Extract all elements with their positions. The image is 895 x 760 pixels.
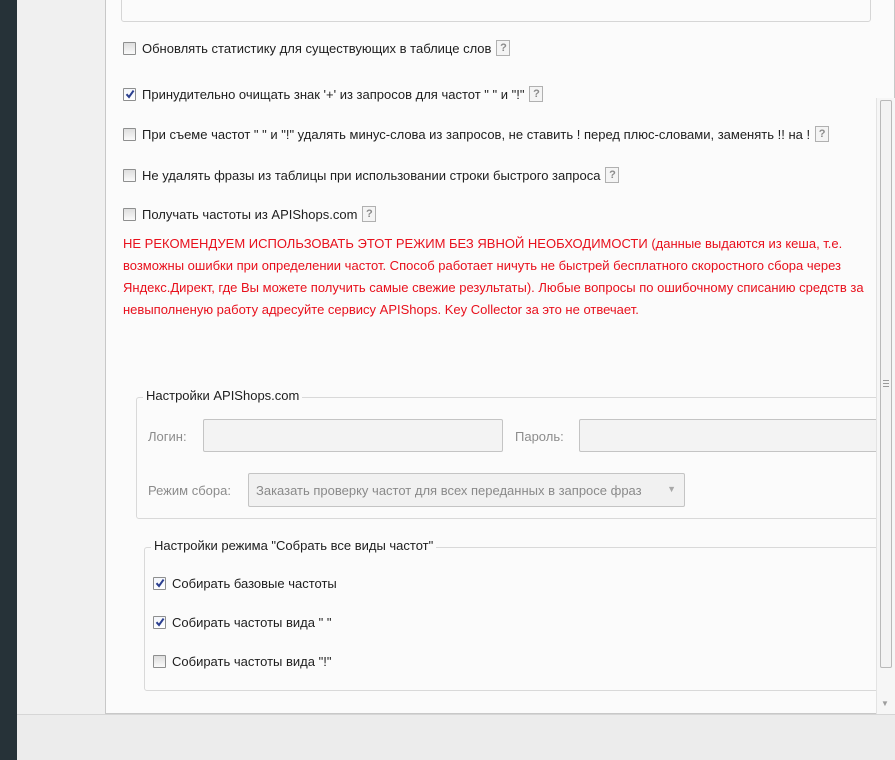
checkbox-remove-minus-words[interactable] (123, 127, 136, 141)
option-remove-minus-words[interactable]: При съеме частот " " и "!" удалять минус… (123, 124, 830, 144)
collect-quoted-item[interactable]: Собирать частоты вида " " (153, 612, 331, 632)
help-icon[interactable]: ? (605, 167, 620, 183)
login-field[interactable] (203, 419, 503, 452)
password-field[interactable] (579, 419, 879, 452)
option-update-stats-label: Обновлять статистику для существующих в … (142, 40, 492, 56)
checkbox-collect-base[interactable] (153, 576, 166, 590)
checkbox-collect-exact[interactable] (153, 654, 166, 668)
option-keep-phrases[interactable]: Не удалять фразы из таблицы при использо… (123, 165, 620, 185)
password-label: Пароль: (515, 429, 564, 444)
dialog-bottom-bar (17, 714, 895, 760)
settings-panel: Обновлять статистику для существующих в … (105, 0, 895, 714)
chevron-down-icon: ▼ (667, 484, 676, 494)
checkbox-keep-phrases[interactable] (123, 168, 136, 182)
settings-window: Обновлять статистику для существующих в … (17, 0, 895, 760)
collect-base-label: Собирать базовые частоты (172, 575, 337, 591)
apishops-settings-group: Настройки APIShops.com Логин: Пароль: Ре… (136, 388, 884, 519)
help-icon[interactable]: ? (362, 206, 377, 222)
collect-base-item[interactable]: Собирать базовые частоты (153, 573, 337, 593)
scrollbar-thumb[interactable] (880, 100, 892, 668)
help-icon[interactable]: ? (815, 126, 830, 142)
option-apishops[interactable]: Получать частоты из APIShops.com ? (123, 204, 377, 224)
login-label: Логин: (148, 429, 187, 444)
checkbox-apishops[interactable] (123, 207, 136, 221)
checkbox-force-clear-plus[interactable] (123, 87, 136, 101)
option-remove-minus-words-label: При съеме частот " " и "!" удалять минус… (142, 126, 811, 142)
option-keep-phrases-label: Не удалять фразы из таблицы при использо… (142, 167, 601, 183)
mode-select-value: Заказать проверку частот для всех переда… (256, 482, 642, 498)
collect-all-group: Настройки режима "Собрать все виды часто… (144, 538, 884, 691)
checkmark-icon (155, 618, 164, 627)
option-update-stats[interactable]: Обновлять статистику для существующих в … (123, 38, 511, 58)
help-icon[interactable]: ? (529, 86, 544, 102)
collect-all-title: Настройки режима "Собрать все виды часто… (151, 538, 437, 553)
collect-quoted-label: Собирать частоты вида " " (172, 614, 332, 630)
mode-label: Режим сбора: (148, 483, 231, 498)
option-force-clear-plus[interactable]: Принудительно очищать знак '+' из запрос… (123, 84, 544, 104)
vertical-scrollbar[interactable]: ▼ (876, 98, 895, 714)
help-icon[interactable]: ? (496, 40, 511, 56)
warning-caps: НЕ РЕКОМЕНДУЕМ ИСПОЛЬЗОВАТЬ ЭТОТ РЕЖИМ Б… (123, 236, 648, 251)
collect-exact-item[interactable]: Собирать частоты вида "!" (153, 651, 331, 671)
option-apishops-label: Получать частоты из APIShops.com (142, 206, 358, 222)
scroll-down-arrow-icon[interactable]: ▼ (881, 699, 889, 708)
collect-exact-label: Собирать частоты вида "!" (172, 653, 332, 669)
previous-group-box (121, 0, 871, 22)
checkmark-icon (125, 90, 134, 99)
checkbox-collect-quoted[interactable] (153, 615, 166, 629)
apishops-warning: НЕ РЕКОМЕНДУЕМ ИСПОЛЬЗОВАТЬ ЭТОТ РЕЖИМ Б… (123, 233, 875, 321)
mode-select[interactable]: Заказать проверку частот для всех переда… (248, 473, 685, 507)
apishops-settings-title: Настройки APIShops.com (143, 388, 303, 403)
option-force-clear-plus-label: Принудительно очищать знак '+' из запрос… (142, 86, 525, 102)
grip-icon (883, 380, 889, 389)
checkmark-icon (155, 579, 164, 588)
checkbox-update-stats[interactable] (123, 41, 136, 55)
